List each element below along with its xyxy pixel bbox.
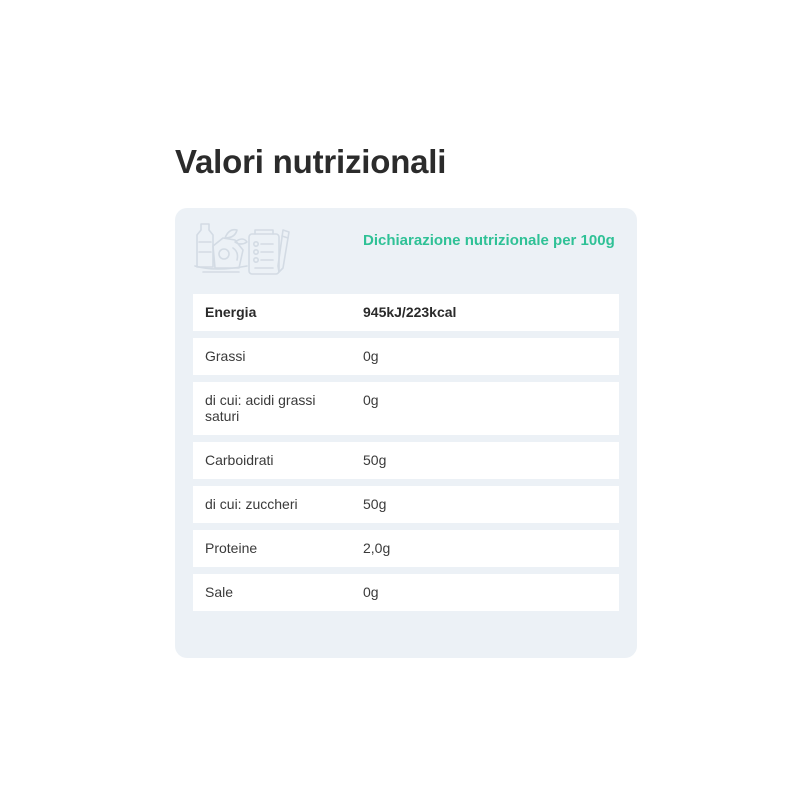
nutrient-name: Energia: [193, 294, 350, 331]
nutrient-name: di cui: zuccheri: [193, 486, 350, 523]
nutrient-value: 0g: [350, 574, 619, 611]
nutrient-name: Sale: [193, 574, 350, 611]
nutrition-panel: Dichiarazione nutrizionale per 100g Ener…: [175, 208, 637, 658]
nutrient-value: 0g: [350, 382, 619, 435]
nutrition-declaration-label: Dichiarazione nutrizionale per 100g: [363, 232, 615, 249]
nutrient-value: 2,0g: [350, 530, 619, 567]
table-row-acidi-grassi-saturi: di cui: acidi grassi saturi 0g: [193, 382, 619, 435]
nutrient-name: Proteine: [193, 530, 350, 567]
table-row-zuccheri: di cui: zuccheri 50g: [193, 486, 619, 523]
page-title: Valori nutrizionali: [175, 143, 447, 180]
table-row-grassi: Grassi 0g: [193, 338, 619, 375]
nutrition-table: Energia 945kJ/223kcal Grassi 0g di cui: …: [193, 287, 619, 618]
table-row-carboidrati: Carboidrati 50g: [193, 442, 619, 479]
table-row-sale: Sale 0g: [193, 574, 619, 611]
nutrient-value: 50g: [350, 486, 619, 523]
nutrient-value: 50g: [350, 442, 619, 479]
table-row-energia: Energia 945kJ/223kcal: [193, 294, 619, 331]
nutrient-name: di cui: acidi grassi saturi: [193, 382, 350, 435]
nutrient-value: 0g: [350, 338, 619, 375]
nutrient-value: 945kJ/223kcal: [350, 294, 619, 331]
nutrient-name: Carboidrati: [193, 442, 350, 479]
grocery-and-receipt-icon: [194, 223, 290, 275]
table-row-proteine: Proteine 2,0g: [193, 530, 619, 567]
panel-header: Dichiarazione nutrizionale per 100g: [175, 208, 637, 294]
nutrient-name: Grassi: [193, 338, 350, 375]
